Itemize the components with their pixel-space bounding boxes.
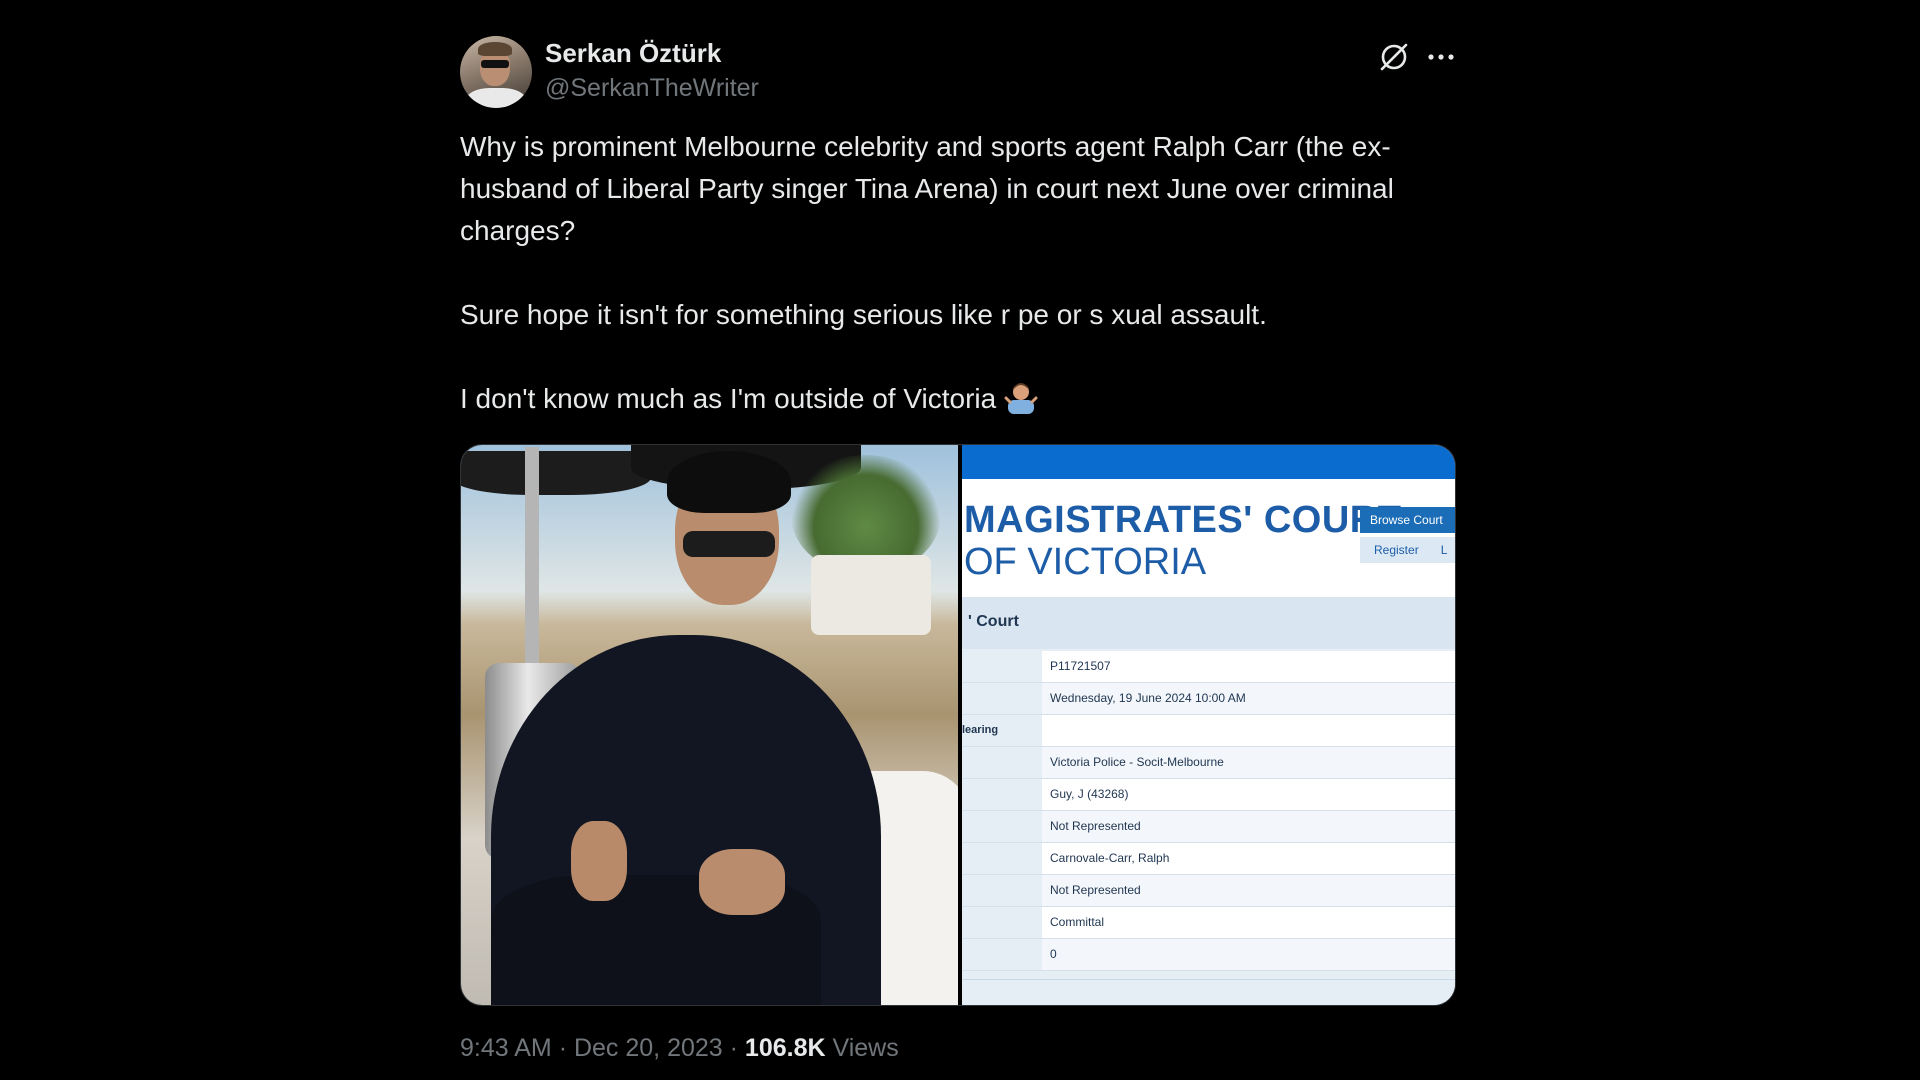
more-icon[interactable] xyxy=(1424,40,1458,74)
panel-title: ' Court xyxy=(968,613,1019,630)
grok-icon[interactable] xyxy=(1377,40,1411,74)
court-row: P11721507 xyxy=(962,651,1455,683)
avatar[interactable] xyxy=(460,36,532,108)
tweet-paragraph: Sure hope it isn't for something serious… xyxy=(460,299,1267,330)
court-row-value: 0 xyxy=(1050,947,1057,961)
court-listing-screenshot[interactable]: MAGISTRATES' COURT OF VICTORIA Browse Co… xyxy=(962,445,1455,1005)
views-label: Views xyxy=(832,1034,899,1062)
footer-separator: · xyxy=(558,1034,568,1062)
tweet-paragraph-last: I don't know much as I'm outside of Vict… xyxy=(460,378,1456,420)
photo-man-on-couch[interactable] xyxy=(461,445,958,1005)
court-row-label xyxy=(962,779,1042,810)
court-row: Wednesday, 19 June 2024 10:00 AM xyxy=(962,683,1455,715)
court-row-label xyxy=(962,811,1042,842)
tweet-header: Serkan Öztürk @SerkanTheWriter xyxy=(460,32,1458,108)
views-count: 106.8K xyxy=(744,1034,826,1062)
court-topbar xyxy=(962,445,1455,479)
court-row-label xyxy=(962,843,1042,874)
court-row-label xyxy=(962,907,1042,938)
court-row: learing xyxy=(962,715,1455,747)
court-row-value: Guy, J (43268) xyxy=(1050,787,1129,801)
tweet-text: Why is prominent Melbourne celebrity and… xyxy=(460,126,1456,462)
court-row-value: Committal xyxy=(1050,915,1105,929)
court-row: Carnovale-Carr, Ralph xyxy=(962,843,1455,875)
court-case-panel: ' Court P11721507 Wednesday, 19 June 2024… xyxy=(962,597,1455,1005)
tweet-footer: 9:43 AM · Dec 20, 2023 · 106.8K Views xyxy=(460,1034,899,1063)
court-row-label xyxy=(962,651,1042,682)
panel-header: ' Court xyxy=(962,597,1455,649)
court-row-label xyxy=(962,747,1042,778)
court-row-value: Not Represented xyxy=(1050,819,1141,833)
court-row: Guy, J (43268) xyxy=(962,779,1455,811)
footer-separator: · xyxy=(729,1034,738,1062)
person-shrugging-emoji xyxy=(1004,383,1038,414)
court-row-value: Not Represented xyxy=(1050,883,1141,897)
court-row-label xyxy=(962,683,1042,714)
court-row: Committal xyxy=(962,907,1455,939)
author-handle[interactable]: @SerkanTheWriter xyxy=(545,74,759,103)
court-row: Not Represented xyxy=(962,875,1455,907)
court-subtitle: OF VICTORIA xyxy=(964,541,1207,583)
court-row: Not Represented xyxy=(962,811,1455,843)
tweet: Serkan Öztürk @SerkanTheWriter Why is pr… xyxy=(460,28,1456,1073)
court-row-value: Carnovale-Carr, Ralph xyxy=(1050,851,1170,865)
court-row-label xyxy=(962,939,1042,970)
tweet-paragraph: Why is prominent Melbourne celebrity and… xyxy=(460,131,1394,246)
tweet-time[interactable]: 9:43 AM xyxy=(460,1034,552,1062)
tweet-media[interactable]: MAGISTRATES' COURT OF VICTORIA Browse Co… xyxy=(460,444,1456,1006)
panel-bottom xyxy=(962,979,1455,1005)
court-rows: P11721507 Wednesday, 19 June 2024 10:00 A… xyxy=(962,651,1455,971)
court-row-value: Victoria Police - Socit-Melbourne xyxy=(1050,755,1224,769)
court-row-label xyxy=(962,875,1042,906)
author-display-name[interactable]: Serkan Öztürk xyxy=(545,38,721,69)
tweet-date[interactable]: Dec 20, 2023 xyxy=(574,1034,723,1062)
court-row-value: P11721507 xyxy=(1050,659,1111,673)
court-title: MAGISTRATES' COURT xyxy=(964,499,1402,541)
browse-court-button: Browse Court xyxy=(1360,507,1455,533)
register-button: Register L xyxy=(1360,537,1455,563)
court-row: Victoria Police - Socit-Melbourne xyxy=(962,747,1455,779)
court-row: 0 xyxy=(962,939,1455,971)
tweet-paragraph-text: I don't know much as I'm outside of Vict… xyxy=(460,383,997,414)
court-row-value: Wednesday, 19 June 2024 10:00 AM xyxy=(1050,691,1246,705)
court-row-label: learing xyxy=(962,715,1042,746)
